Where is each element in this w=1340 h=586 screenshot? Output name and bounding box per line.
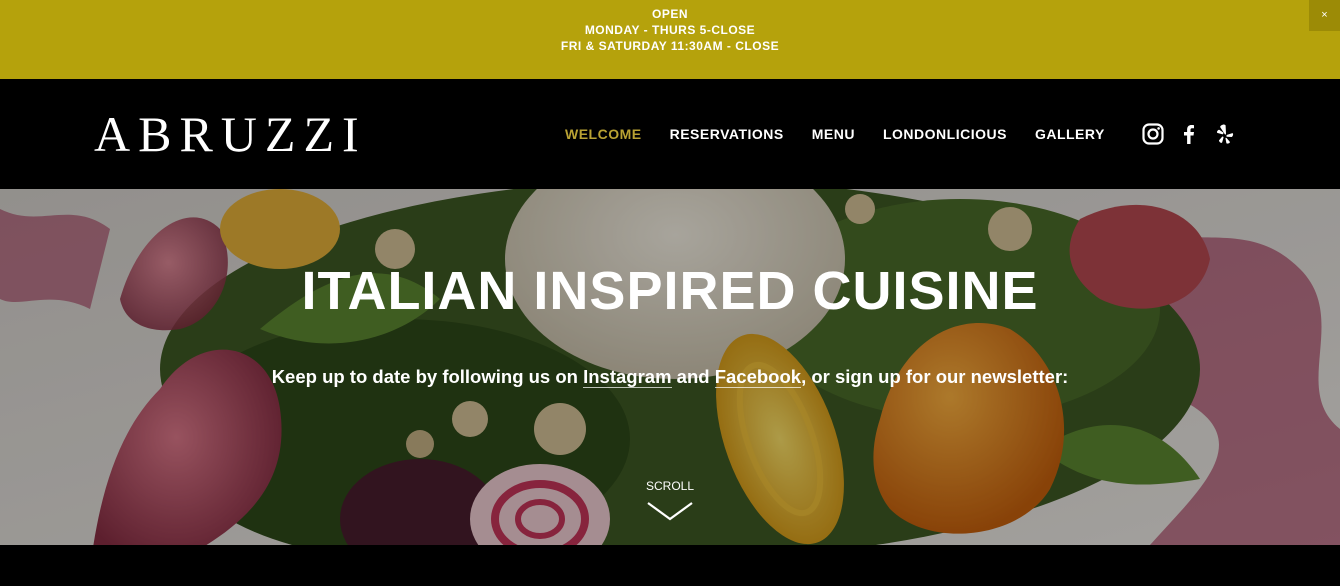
chevron-down-icon [647,502,693,521]
nav-menu[interactable]: MENU [812,125,855,143]
nav-reservations[interactable]: RESERVATIONS [670,125,784,143]
facebook-icon[interactable] [1177,122,1201,146]
hero-subtitle: Keep up to date by following us on Insta… [0,365,1340,389]
subtitle-text-end: , or sign up for our newsletter: [801,366,1069,387]
subtitle-text-start: Keep up to date by following us on [271,366,584,387]
close-announcement-button[interactable]: × [1309,0,1340,31]
hero-title: ITALIAN INSPIRED CUISINE [301,261,1039,321]
subtitle-text-and: and [671,366,715,387]
scroll-label: SCROLL [645,479,695,493]
hours-text: OPEN MONDAY - THURS 5-CLOSE FRI & SATURD… [0,0,1340,54]
hero-section: ITALIAN INSPIRED CUISINE Keep up to date… [0,189,1340,545]
hours-line-weekday: MONDAY - THURS 5-CLOSE [584,23,756,37]
facebook-link[interactable]: Facebook [714,366,802,388]
footer-strip [0,545,1340,586]
site-header: ABRUZZI WELCOME RESERVATIONS MENU LONDON… [0,79,1340,189]
nav-gallery[interactable]: GALLERY [1035,125,1105,143]
site-logo[interactable]: ABRUZZI [94,109,367,159]
nav-londonlicious[interactable]: LONDONLICIOUS [883,125,1007,143]
hours-line-weekend: FRI & SATURDAY 11:30AM - CLOSE [560,39,780,53]
scroll-down-button[interactable]: SCROLL [620,479,720,522]
nav-welcome[interactable]: WELCOME [565,125,642,143]
instagram-link[interactable]: Instagram [583,366,672,388]
hours-line-open: OPEN [651,7,688,21]
yelp-icon[interactable] [1213,122,1237,146]
hours-announcement-bar: OPEN MONDAY - THURS 5-CLOSE FRI & SATURD… [0,0,1340,79]
social-links [1141,122,1249,146]
instagram-icon[interactable] [1141,122,1165,146]
main-nav: WELCOME RESERVATIONS MENU LONDONLICIOUS … [565,125,1133,143]
